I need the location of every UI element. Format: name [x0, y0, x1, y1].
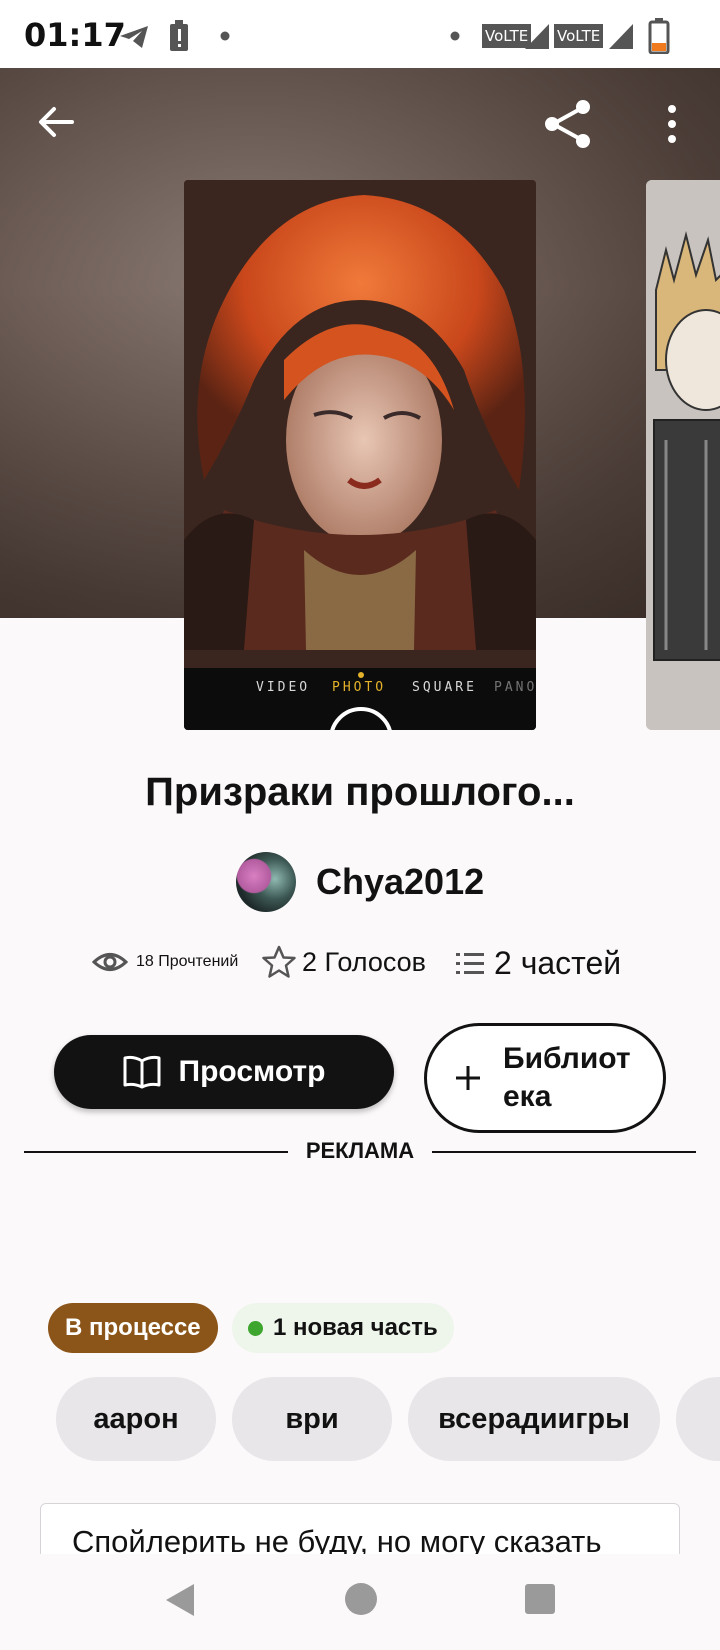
ad-label: РЕКЛАМА	[305, 1138, 415, 1163]
parts-count[interactable]: 2 частей	[494, 945, 621, 982]
list-icon	[456, 952, 484, 974]
read-button[interactable]: Просмотр	[54, 1035, 394, 1109]
votes-count: 2 Голосов	[302, 946, 426, 977]
author-name[interactable]: Chya2012	[316, 861, 484, 903]
signal-icon	[609, 24, 633, 49]
camera-mode-pano: PANO	[494, 680, 536, 695]
mode-dot-icon	[358, 672, 364, 678]
status-time: 01:17	[24, 16, 126, 54]
book-cover-image[interactable]: VIDEO PHOTO SQUARE PANO	[184, 180, 536, 730]
eye-icon	[92, 953, 128, 971]
book-title: Призраки прошлого...	[145, 770, 575, 814]
signal-icon	[525, 24, 549, 49]
star-icon	[262, 945, 296, 978]
ad-divider: РЕКЛАМА	[24, 1138, 696, 1164]
status-badge: В процессе	[48, 1303, 218, 1353]
green-dot-icon	[248, 1320, 263, 1336]
plus-icon	[456, 1066, 480, 1090]
parts-stat[interactable]: 2 частей	[456, 945, 621, 982]
system-nav-bar	[0, 1554, 720, 1650]
new-part-label: 1 новая часть	[273, 1314, 438, 1341]
author-avatar[interactable]	[236, 852, 296, 912]
dot-icon	[220, 31, 230, 41]
next-cover-illustration	[646, 180, 720, 730]
tag-pill-partial[interactable]	[676, 1377, 720, 1461]
camera-mode-square: SQUARE	[412, 680, 477, 695]
add-to-library-button[interactable]: Библиотека	[424, 1023, 666, 1133]
nav-back-icon[interactable]	[164, 1582, 196, 1618]
nav-recents-icon[interactable]	[525, 1584, 555, 1614]
share-icon[interactable]	[542, 98, 594, 150]
new-part-badge: 1 новая часть	[232, 1303, 454, 1353]
dot-icon	[450, 31, 460, 41]
tag-pill[interactable]: аарон	[56, 1377, 216, 1461]
library-button-label: Библиотека	[503, 1042, 631, 1113]
book-open-icon	[123, 1055, 161, 1089]
more-vertical-icon[interactable]	[662, 102, 682, 146]
cover-illustration	[184, 180, 536, 730]
read-button-label: Просмотр	[178, 1055, 326, 1088]
alert-icon	[170, 20, 188, 51]
camera-mode-video: VIDEO	[256, 680, 311, 695]
volte-badge: VoLTE	[554, 24, 604, 48]
telegram-icon	[120, 26, 148, 48]
reads-count: 18 Прочтений	[136, 953, 239, 970]
next-book-cover[interactable]	[646, 180, 720, 730]
back-arrow-icon[interactable]	[36, 102, 76, 142]
nav-home-icon[interactable]	[344, 1582, 378, 1616]
tag-pill[interactable]: всерадиигры	[408, 1377, 660, 1461]
camera-mode-photo: PHOTO	[332, 680, 387, 695]
shutter-icon	[330, 707, 392, 730]
tag-pill[interactable]: ври	[232, 1377, 392, 1461]
reads-stat: 18 Прочтений	[92, 949, 238, 975]
book-stats: 18 Прочтений 2 Голосов 2 частей	[0, 945, 720, 995]
author-row[interactable]: Chya2012	[236, 852, 484, 912]
battery-icon	[648, 18, 670, 54]
votes-stat: 2 Голосов	[262, 945, 426, 979]
status-bar: 01:17 VoLTE VoLTE	[0, 0, 720, 68]
